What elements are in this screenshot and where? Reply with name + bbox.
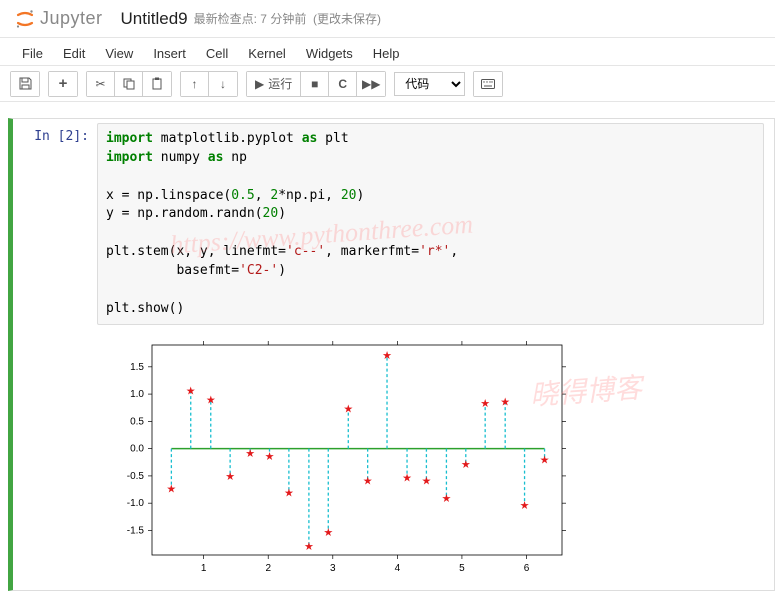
svg-text:★: ★ xyxy=(520,500,530,512)
save-icon xyxy=(19,77,32,90)
svg-text:1: 1 xyxy=(201,563,207,574)
svg-text:★: ★ xyxy=(265,451,275,463)
save-button[interactable] xyxy=(11,72,39,96)
code-editor[interactable]: import matplotlib.pyplot as plt import n… xyxy=(97,123,764,325)
checkpoint-info: 最新检查点: 7 分钟前 (更改未保存) xyxy=(194,10,381,27)
move-down-button[interactable]: ↓ xyxy=(209,72,237,96)
restart-icon: C xyxy=(338,77,347,91)
svg-text:★: ★ xyxy=(245,449,255,461)
paste-button[interactable] xyxy=(143,72,171,96)
menu-widgets[interactable]: Widgets xyxy=(296,42,363,63)
run-button[interactable]: ▶运行 xyxy=(247,72,301,96)
svg-text:★: ★ xyxy=(540,455,550,467)
jupyter-logo[interactable]: Jupyter xyxy=(14,8,103,30)
restart-button[interactable]: C xyxy=(329,72,357,96)
svg-text:1.5: 1.5 xyxy=(130,362,144,373)
svg-text:-0.5: -0.5 xyxy=(127,471,145,482)
menu-kernel[interactable]: Kernel xyxy=(238,42,296,63)
menu-edit[interactable]: Edit xyxy=(53,42,95,63)
menubar: File Edit View Insert Cell Kernel Widget… xyxy=(0,38,775,66)
svg-text:-1.5: -1.5 xyxy=(127,526,145,537)
plus-icon: + xyxy=(59,75,68,92)
svg-text:★: ★ xyxy=(343,404,353,416)
svg-text:★: ★ xyxy=(421,476,431,488)
interrupt-button[interactable]: ■ xyxy=(301,72,329,96)
play-icon: ▶ xyxy=(255,77,264,91)
copy-icon xyxy=(123,78,135,90)
menu-cell[interactable]: Cell xyxy=(196,42,238,63)
cut-icon: ✂ xyxy=(95,77,105,91)
svg-text:3: 3 xyxy=(330,563,336,574)
svg-text:1.0: 1.0 xyxy=(130,390,144,401)
fast-forward-icon: ▶▶ xyxy=(362,77,380,91)
restart-run-all-button[interactable]: ▶▶ xyxy=(357,72,385,96)
svg-text:5: 5 xyxy=(459,563,465,574)
menu-file[interactable]: File xyxy=(12,42,53,63)
input-prompt: In [2]: xyxy=(13,123,97,586)
move-up-button[interactable]: ↑ xyxy=(181,72,209,96)
svg-text:0.5: 0.5 xyxy=(130,417,144,428)
menu-view[interactable]: View xyxy=(95,42,143,63)
svg-text:2: 2 xyxy=(265,563,271,574)
svg-text:★: ★ xyxy=(225,471,235,483)
stop-icon: ■ xyxy=(311,77,318,91)
svg-text:0.0: 0.0 xyxy=(130,444,144,455)
svg-text:★: ★ xyxy=(304,541,314,553)
code-cell[interactable]: In [2]: import matplotlib.pyplot as plt … xyxy=(8,118,775,591)
svg-text:★: ★ xyxy=(186,386,196,398)
svg-text:★: ★ xyxy=(363,476,373,488)
svg-text:★: ★ xyxy=(382,350,392,362)
arrow-down-icon: ↓ xyxy=(220,77,226,91)
svg-text:★: ★ xyxy=(284,488,294,500)
add-cell-button[interactable]: + xyxy=(49,72,77,96)
menu-insert[interactable]: Insert xyxy=(143,42,196,63)
svg-text:★: ★ xyxy=(461,459,471,471)
jupyter-logo-text: Jupyter xyxy=(40,8,103,29)
command-palette-button[interactable] xyxy=(474,72,502,96)
svg-text:★: ★ xyxy=(206,395,216,407)
svg-text:4: 4 xyxy=(395,563,401,574)
cut-button[interactable]: ✂ xyxy=(87,72,115,96)
svg-text:★: ★ xyxy=(166,484,176,496)
stem-plot: -1.5 -1.0 -0.5 0.0 0.5 1.0 1.5 1 2 3 4 5 6 ★ ★ ★ ★ ★ ★ ★ ★ ★ ★… xyxy=(97,333,577,583)
toolbar: + ✂ ↑ ↓ ▶运行 ■ C ▶▶ 代码 xyxy=(0,66,775,102)
cell-output: -1.5 -1.0 -0.5 0.0 0.5 1.0 1.5 1 2 3 4 5 6 ★ ★ ★ ★ ★ ★ ★ ★ ★ ★… xyxy=(97,325,774,586)
cell-type-select[interactable]: 代码 xyxy=(394,72,465,96)
svg-text:★: ★ xyxy=(402,473,412,485)
svg-text:★: ★ xyxy=(441,493,451,505)
jupyter-logo-icon xyxy=(14,8,36,30)
header: Jupyter Untitled9 最新检查点: 7 分钟前 (更改未保存) xyxy=(0,0,775,38)
menu-help[interactable]: Help xyxy=(363,42,410,63)
copy-button[interactable] xyxy=(115,72,143,96)
svg-text:6: 6 xyxy=(524,563,530,574)
svg-text:★: ★ xyxy=(480,398,490,410)
paste-icon xyxy=(151,77,163,90)
notebook-title[interactable]: Untitled9 xyxy=(121,9,188,29)
svg-text:-1.0: -1.0 xyxy=(127,499,145,510)
svg-text:★: ★ xyxy=(323,528,333,540)
svg-text:★: ★ xyxy=(500,397,510,409)
notebook-area: In [2]: import matplotlib.pyplot as plt … xyxy=(0,102,775,591)
keyboard-icon xyxy=(481,79,495,89)
arrow-up-icon: ↑ xyxy=(192,77,198,91)
